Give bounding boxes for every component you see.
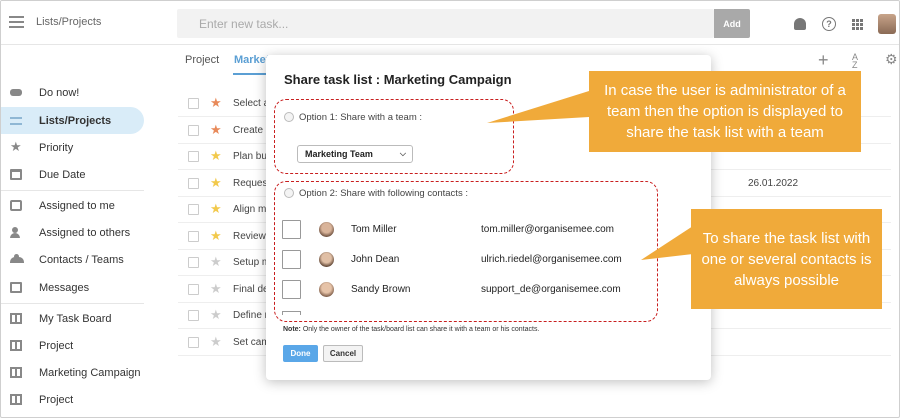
sidebar-item-do-now[interactable]: Do now! <box>1 79 144 106</box>
sidebar-item-project-2[interactable]: Project <box>1 386 144 413</box>
task-checkbox[interactable] <box>188 151 199 162</box>
sidebar-item-lists-projects[interactable]: Lists/Projects <box>1 107 144 134</box>
cancel-button[interactable]: Cancel <box>323 345 363 362</box>
sort-az-icon[interactable]: A Z <box>852 53 858 70</box>
task-checkbox[interactable] <box>188 177 199 189</box>
tab-project[interactable]: Project <box>185 54 219 66</box>
team-option-highlight <box>274 99 514 174</box>
sidebar-item-label: Due Date <box>39 168 86 181</box>
contacts-callout: To share the task list with one or sever… <box>691 209 882 309</box>
sidebar: Do now! Lists/Projects ★ Priority Due Da… <box>1 45 151 417</box>
list-icon <box>10 117 22 125</box>
calendar-icon <box>10 169 22 180</box>
star-icon[interactable]: ★ <box>210 175 222 191</box>
sidebar-item-label: Assigned to me <box>39 199 115 212</box>
task-checkbox[interactable] <box>188 336 199 348</box>
sidebar-item-messages[interactable]: Messages <box>1 274 144 301</box>
note-prefix: Note: <box>283 326 301 333</box>
done-button[interactable]: Done <box>283 345 318 362</box>
contacts-option-highlight <box>274 181 658 322</box>
sidebar-item-label: Messages <box>39 281 90 294</box>
person-icon <box>10 227 20 238</box>
star-icon[interactable]: ★ <box>210 122 222 138</box>
apps-grid-icon[interactable] <box>852 19 863 30</box>
sort-az-bottom-letter: Z <box>852 60 858 70</box>
dialog-title: Share task list : Marketing Campaign <box>284 72 512 87</box>
task-checkbox[interactable] <box>188 283 199 295</box>
sidebar-item-label: Marketing Campaign <box>39 366 141 379</box>
sidebar-item-due-date[interactable]: Due Date <box>1 161 144 188</box>
user-avatar[interactable] <box>878 14 896 34</box>
sidebar-item-label: Project <box>39 393 74 406</box>
sidebar-item-label: Project <box>39 339 74 352</box>
sidebar-item-label: Contacts / Teams <box>39 253 124 266</box>
board-icon <box>10 367 22 378</box>
task-checkbox[interactable] <box>188 257 199 268</box>
help-icon[interactable]: ? <box>822 17 836 31</box>
star-icon[interactable]: ★ <box>210 201 222 217</box>
sidebar-item-marketing-campaign[interactable]: Marketing Campaign <box>1 359 144 386</box>
team-callout-arrow <box>487 91 589 123</box>
app-window: Lists/Projects Add ? Do now! Lists/Proje… <box>0 0 900 418</box>
sidebar-item-assigned-to-me[interactable]: Assigned to me <box>1 192 144 219</box>
sidebar-divider <box>1 303 144 304</box>
star-icon[interactable]: ★ <box>210 334 222 350</box>
people-icon <box>10 254 24 265</box>
star-icon[interactable]: ★ <box>210 228 222 244</box>
task-checkbox[interactable] <box>188 310 199 321</box>
sidebar-item-project[interactable]: Project <box>1 332 144 359</box>
gamepad-icon <box>10 89 22 96</box>
sidebar-item-label: Do now! <box>39 86 80 99</box>
star-icon[interactable]: ★ <box>210 307 222 323</box>
board-icon <box>10 340 22 351</box>
plus-icon[interactable]: + <box>818 50 829 71</box>
star-icon[interactable]: ★ <box>210 95 222 111</box>
star-icon: ★ <box>10 139 22 154</box>
sidebar-item-priority[interactable]: ★ Priority <box>1 134 144 161</box>
team-callout: In case the user is administrator of a t… <box>589 71 861 152</box>
top-bar: Lists/Projects Add ? <box>1 1 899 45</box>
task-checkbox[interactable] <box>188 230 199 242</box>
sidebar-item-my-task-board[interactable]: My Task Board <box>1 305 144 332</box>
app-title: Lists/Projects <box>36 16 102 28</box>
sidebar-item-label: Priority <box>39 141 74 154</box>
dialog-note: Note: Only the owner of the task/board l… <box>283 326 539 333</box>
sidebar-item-assigned-to-others[interactable]: Assigned to others <box>1 219 144 246</box>
inbox-icon <box>10 200 22 211</box>
star-icon[interactable]: ★ <box>210 254 222 270</box>
notification-bell-icon[interactable] <box>794 18 806 30</box>
task-checkbox[interactable] <box>188 98 199 109</box>
sidebar-item-label: Assigned to others <box>39 226 131 239</box>
task-checkbox[interactable] <box>188 124 199 136</box>
sidebar-item-label: Lists/Projects <box>39 114 112 127</box>
new-task-input[interactable] <box>177 9 714 38</box>
sidebar-item-contacts-teams[interactable]: Contacts / Teams <box>1 246 144 273</box>
star-icon[interactable]: ★ <box>210 148 222 164</box>
add-task-button[interactable]: Add <box>714 9 750 38</box>
star-icon[interactable]: ★ <box>210 281 222 297</box>
message-icon <box>10 282 22 293</box>
gear-icon[interactable]: ⚙ <box>885 51 898 68</box>
hamburger-menu-icon[interactable] <box>9 16 24 28</box>
board-icon <box>10 394 22 405</box>
task-checkbox[interactable] <box>188 204 199 215</box>
sidebar-item-label: My Task Board <box>39 312 112 325</box>
board-icon <box>10 313 22 324</box>
task-date: 26.01.2022 <box>748 177 799 189</box>
sidebar-divider <box>1 190 144 191</box>
note-text: Only the owner of the task/board list ca… <box>300 326 540 333</box>
